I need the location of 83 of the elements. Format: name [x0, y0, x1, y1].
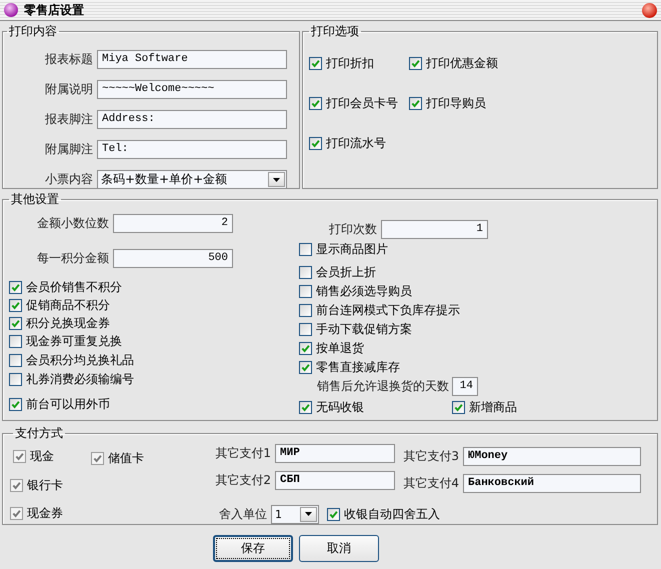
- text-field[interactable]: Банковский: [463, 474, 641, 493]
- checkbox-label[interactable]: 打印优惠金额: [426, 54, 498, 72]
- checkbox[interactable]: [9, 280, 22, 294]
- app-icon: [4, 3, 18, 17]
- text-field[interactable]: 2: [113, 214, 233, 233]
- checkbox-label[interactable]: 零售直接减库存: [316, 359, 400, 376]
- checkbox-label[interactable]: 现金券可重复兑换: [26, 333, 122, 350]
- checkbox[interactable]: [409, 56, 422, 70]
- checkbox-label[interactable]: 前台连网模式下负库存提示: [316, 302, 460, 319]
- text-field[interactable]: 500: [113, 249, 233, 268]
- checkbox-label[interactable]: 销售必须选导购员: [316, 283, 412, 300]
- checkbox-label[interactable]: 积分兑换现金券: [26, 314, 110, 332]
- checkbox[interactable]: [9, 354, 22, 367]
- field-label: 金额小数位数: [36, 215, 109, 232]
- checkbox-label[interactable]: 无码收银: [316, 398, 364, 416]
- text-field[interactable]: Miya Software: [97, 50, 287, 69]
- checkbox[interactable]: [299, 285, 312, 298]
- checkbox[interactable]: [309, 56, 322, 70]
- checkbox-label[interactable]: 新增商品: [469, 398, 517, 416]
- text-field[interactable]: 14: [452, 377, 478, 396]
- text-field[interactable]: Address:: [97, 110, 287, 129]
- group-title: 打印选项: [310, 23, 360, 40]
- checkbox-label[interactable]: 显示商品图片: [316, 241, 388, 258]
- checkbox-label[interactable]: 会员价销售不积分: [26, 278, 122, 296]
- field-label: 报表脚注: [44, 111, 93, 128]
- checkbox[interactable]: [9, 335, 22, 348]
- text-field[interactable]: 1: [381, 220, 488, 239]
- caret-icon: [273, 178, 280, 182]
- text-field[interactable]: ~~~~~Welcome~~~~~: [97, 80, 287, 99]
- field-label: 其它支付2: [214, 472, 271, 489]
- checkbox-label[interactable]: 会员积分均兑换礼品: [26, 352, 134, 369]
- field-label: 其它支付1: [214, 445, 271, 462]
- checkbox[interactable]: [9, 298, 22, 312]
- checkbox[interactable]: [309, 96, 322, 110]
- focused-button[interactable]: 保存: [213, 535, 293, 562]
- checkbox[interactable]: [299, 361, 312, 374]
- text-field[interactable]: МИР: [275, 444, 395, 463]
- checkbox-label[interactable]: 会员折上折: [316, 264, 376, 281]
- field-label: 打印次数: [328, 221, 377, 238]
- checkbox[interactable]: [9, 373, 22, 386]
- checkbox[interactable]: [9, 398, 22, 411]
- checkbox[interactable]: [452, 400, 465, 414]
- checkbox-label[interactable]: 收银自动四舍五入: [344, 506, 440, 522]
- checkbox[interactable]: [299, 243, 312, 256]
- text-field[interactable]: Tel:: [97, 140, 287, 159]
- checkbox[interactable]: [299, 342, 312, 355]
- field-label: 舍入单位: [218, 506, 267, 522]
- checkbox-label[interactable]: 按单退货: [316, 340, 364, 357]
- field-label: 销售后允许退换货的天数: [316, 378, 449, 395]
- checkbox-label[interactable]: 促销商品不积分: [26, 296, 110, 314]
- field-label: 附属说明: [44, 81, 93, 98]
- dialog-button[interactable]: 取消: [299, 535, 379, 562]
- checkbox[interactable]: [409, 96, 422, 110]
- group-title: 打印内容: [8, 23, 58, 40]
- field-label: 其它支付3: [403, 448, 459, 465]
- checkbox[interactable]: [299, 323, 312, 336]
- checkbox[interactable]: [327, 508, 340, 520]
- text-field[interactable]: ЮMoney: [463, 447, 641, 466]
- checkbox[interactable]: [309, 136, 322, 150]
- checkbox[interactable]: [299, 266, 312, 279]
- text-field[interactable]: СБП: [275, 471, 395, 490]
- checkbox-label[interactable]: 前台可以用外币: [26, 396, 110, 413]
- close-icon[interactable]: [642, 2, 657, 18]
- checkbox-label[interactable]: 礼券消费必须输编号: [26, 371, 134, 388]
- checkbox-label[interactable]: 手动下载促销方案: [316, 321, 412, 338]
- checkbox[interactable]: [299, 304, 312, 317]
- checkbox-label[interactable]: 打印折扣: [326, 54, 374, 72]
- window-title: 零售店设置: [24, 2, 84, 18]
- checkbox[interactable]: [299, 400, 312, 414]
- field-label: 每一积分金额: [36, 250, 109, 267]
- checkbox-label[interactable]: 打印导购员: [426, 94, 486, 112]
- checkbox[interactable]: [9, 316, 22, 330]
- field-label: 其它支付4: [403, 475, 459, 492]
- dropdown[interactable]: 条码+数量+单价+金额: [97, 170, 287, 189]
- field-label: 附属脚注: [44, 141, 93, 158]
- field-label: 小票内容: [44, 171, 93, 188]
- dropdown[interactable]: 1: [271, 504, 319, 524]
- group-title: 其他设置: [10, 191, 60, 208]
- caret-icon: [305, 512, 312, 516]
- field-label: 报表标题: [44, 51, 93, 68]
- checkbox-label[interactable]: 打印会员卡号: [326, 94, 398, 112]
- checkbox-label[interactable]: 打印流水号: [326, 134, 386, 152]
- group-title: 支付方式: [14, 425, 64, 442]
